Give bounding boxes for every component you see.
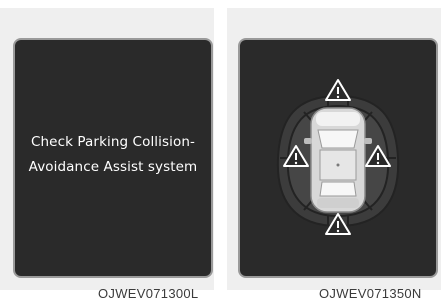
car-top-view-icon <box>304 107 372 213</box>
figure-panel-left: Check Parking Collision- Avoidance Assis… <box>0 8 214 290</box>
warning-message: Check Parking Collision- Avoidance Assis… <box>15 130 211 180</box>
warning-message-line-1: Check Parking Collision- <box>31 134 195 150</box>
cluster-display-graphic <box>240 40 436 276</box>
warning-message-line-2: Avoidance Assist system <box>28 159 198 175</box>
parking-sensor-graphic <box>276 79 400 235</box>
image-code-right: OJWEV071350N <box>319 286 422 301</box>
warning-triangle-icon-front <box>325 79 351 101</box>
cluster-display-message: Check Parking Collision- Avoidance Assis… <box>15 40 211 276</box>
figure-panel-right <box>227 8 441 290</box>
image-code-left: OJWEV071300L <box>98 286 199 301</box>
